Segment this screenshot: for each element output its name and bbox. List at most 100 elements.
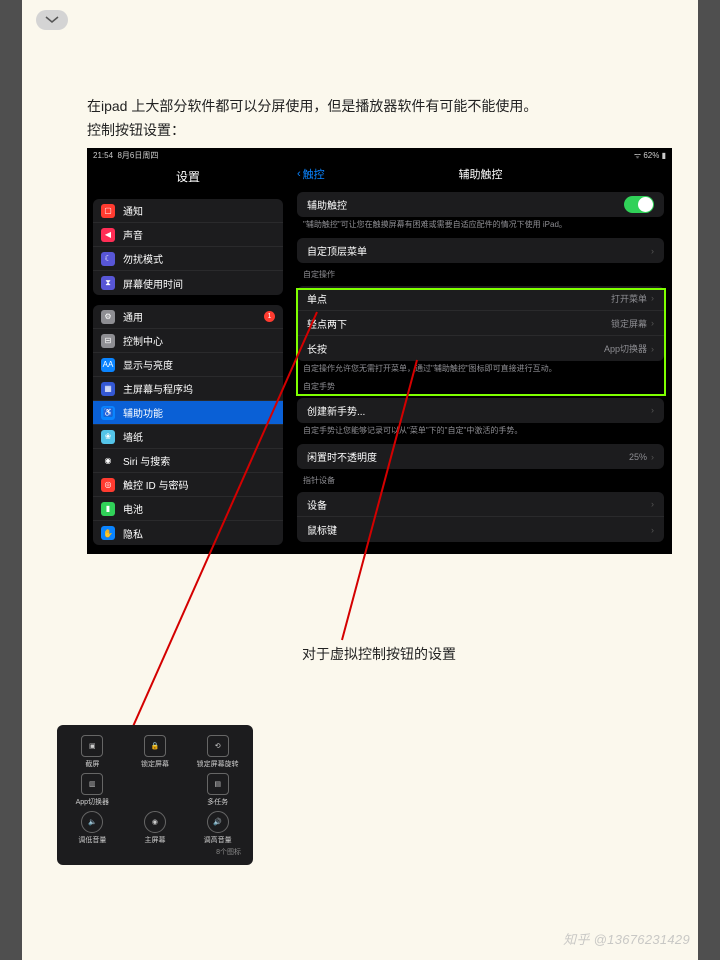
panel-label: 锁定屏幕旋转 [197, 759, 239, 769]
pointer-header: 指针设备 [289, 469, 672, 488]
double-tap-row[interactable]: 轻点两下 锁定屏幕 › [297, 311, 664, 336]
vol-down-icon: 🔈 [81, 811, 103, 833]
sidebar-item-notifications[interactable]: ▢通知 [93, 199, 283, 223]
sidebar-item-label: 声音 [123, 227, 143, 242]
status-battery: ᯤ 62% ▮ [634, 150, 666, 162]
mouse-keys-row[interactable]: 鼠标键 › [297, 517, 664, 542]
battery-icon: ▮ [101, 502, 115, 516]
sidebar-title: 设置 [87, 162, 289, 193]
row-value: 25% [629, 452, 647, 462]
sidebar-item-dnd[interactable]: ☾勿扰模式 [93, 247, 283, 271]
panel-item-screenshot[interactable]: ▣ 截屏 [65, 735, 120, 769]
chevron-down-icon [45, 16, 59, 24]
panel-item-multitask[interactable]: ▤ 多任务 [190, 773, 245, 807]
back-button[interactable]: ‹触控 [297, 166, 325, 182]
panel-label: 多任务 [207, 797, 228, 807]
panel-label: 截屏 [85, 759, 99, 769]
sidebar-item-label: 勿扰模式 [123, 251, 163, 266]
settings-sidebar: 设置 ▢通知 ◀声音 ☾勿扰模式 ⧗ 屏幕使用时间 ⚙ 通用 1 ⊟控制中心 AA显示… [87, 148, 289, 554]
top-menu-group: 自定顶层菜单 › [297, 238, 664, 263]
collapse-button[interactable] [36, 10, 68, 30]
row-label: 辅助触控 [307, 197, 347, 212]
assistive-touch-menu-panel: ▣ 截屏 🔒 锁定屏幕 ⟲锁定屏幕旋转 ▥ App切换器 ▤ 多任务 🔈 调低音量 ◉ 主屏… [57, 725, 253, 865]
sidebar-item-label: Siri 与搜索 [123, 453, 170, 468]
sidebar-item-label: 触控 ID 与密码 [123, 477, 189, 492]
chevron-right-icon: › [651, 525, 654, 535]
sidebar-item-battery[interactable]: ▮ 电池 [93, 497, 283, 521]
status-date: 8月6日周四 [117, 151, 158, 160]
panel-item-vol-up[interactable]: 🔊 调高音量 [190, 811, 245, 845]
vol-up-icon: 🔊 [207, 811, 229, 833]
hand-icon: ✋ [101, 526, 115, 540]
row-label: 鼠标键 [307, 522, 337, 537]
sidebar-item-label: 显示与亮度 [123, 357, 173, 372]
sidebar-item-siri[interactable]: ◉ Siri 与搜索 [93, 449, 283, 473]
panel-label: 主屏幕 [144, 835, 165, 845]
sidebar-item-display[interactable]: AA显示与亮度 [93, 353, 283, 377]
custom-gesture-header: 自定手势 [289, 375, 672, 394]
single-tap-row[interactable]: 单点打开菜单› [297, 286, 664, 311]
assistive-touch-switch-row[interactable]: 辅助触控 [297, 192, 664, 217]
row-label: 轻点两下 [307, 316, 347, 331]
gear-icon: ⚙ [101, 310, 115, 324]
sidebar-item-label: 屏幕使用时间 [123, 276, 183, 291]
chevron-right-icon: › [651, 452, 654, 462]
chevron-left-icon: ‹ [297, 168, 301, 180]
badge: 1 [264, 311, 275, 322]
app-switcher-icon: ▥ [81, 773, 103, 795]
chevron-right-icon: › [651, 318, 654, 328]
panel-item-home[interactable]: ◉ 主屏幕 [128, 811, 183, 845]
sidebar-group-2: ⚙ 通用 1 ⊟控制中心 AA显示与亮度 ▦主屏幕与程序坞 ♿辅助功能 ❀墙纸 ◉ S… [93, 305, 283, 545]
sidebar-item-label: 辅助功能 [123, 405, 163, 420]
toggle-on[interactable] [624, 196, 654, 213]
sidebar-item-label: 通用 [123, 309, 143, 324]
sidebar-item-control-center[interactable]: ⊟控制中心 [93, 329, 283, 353]
sidebar-item-label: 通知 [123, 203, 143, 218]
sidebar-item-home[interactable]: ▦主屏幕与程序坞 [93, 377, 283, 401]
siri-icon: ◉ [101, 454, 115, 468]
custom-actions-group: 单点打开菜单› 轻点两下 锁定屏幕 › 长按App切换器› [297, 286, 664, 361]
panel-label: 调高音量 [204, 835, 232, 845]
device-row[interactable]: 设备› [297, 492, 664, 517]
sidebar-item-label: 电池 [123, 501, 143, 516]
multitask-icon: ▤ [207, 773, 229, 795]
home-icon: ◉ [144, 811, 166, 833]
sidebar-item-wallpaper[interactable]: ❀墙纸 [93, 425, 283, 449]
para-line1: 在ipad 上大部分软件都可以分屏使用，但是播放器软件有可能不能使用。 [87, 98, 537, 114]
sidebar-item-screentime[interactable]: ⧗ 屏幕使用时间 [93, 271, 283, 295]
panel-label: 锁定屏幕 [141, 759, 169, 769]
intro-paragraph: 在ipad 上大部分软件都可以分屏使用，但是播放器软件有可能不能使用。 控制按钮… [87, 95, 537, 143]
chevron-right-icon: › [651, 499, 654, 509]
panel-label: 调低音量 [78, 835, 106, 845]
panel-label: App切换器 [76, 797, 109, 807]
panel-item-app-switcher[interactable]: ▥ App切换器 [65, 773, 120, 807]
flower-icon: ❀ [101, 430, 115, 444]
assistive-touch-switch-group: 辅助触控 [297, 192, 664, 217]
sidebar-item-accessibility[interactable]: ♿辅助功能 [93, 401, 283, 425]
screenshot-icon: ▣ [81, 735, 103, 757]
sidebar-item-sounds[interactable]: ◀声音 [93, 223, 283, 247]
row-label: 闲置时不透明度 [307, 449, 377, 464]
sidebar-item-privacy[interactable]: ✋ 隐私 [93, 521, 283, 545]
panel-item-vol-down[interactable]: 🔈 调低音量 [65, 811, 120, 845]
row-value: 锁定屏幕 [611, 317, 647, 330]
idle-opacity-group: 闲置时不透明度 25% › [297, 444, 664, 469]
custom-actions-header: 自定操作 [289, 263, 672, 282]
row-label: 自定顶层菜单 [307, 243, 367, 258]
idle-opacity-row[interactable]: 闲置时不透明度 25% › [297, 444, 664, 469]
sidebar-item-label: 隐私 [123, 526, 143, 541]
sidebar-item-label: 主屏幕与程序坞 [123, 381, 193, 396]
long-press-row[interactable]: 长按App切换器› [297, 336, 664, 361]
top-menu-row[interactable]: 自定顶层菜单 › [297, 238, 664, 263]
chevron-right-icon: › [651, 246, 654, 256]
sidebar-item-touchid[interactable]: ◎触控 ID 与密码 [93, 473, 283, 497]
lock-icon: 🔒 [144, 735, 166, 757]
panel-item-rotation-lock[interactable]: ⟲锁定屏幕旋转 [190, 735, 245, 769]
detail-header: ‹触控 辅助触控 [289, 162, 672, 188]
article-page: 在ipad 上大部分软件都可以分屏使用，但是播放器软件有可能不能使用。 控制按钮… [22, 0, 698, 960]
hourglass-icon: ⧗ [101, 276, 115, 290]
create-gesture-row[interactable]: 创建新手势...› [297, 398, 664, 423]
panel-item-lock[interactable]: 🔒 锁定屏幕 [128, 735, 183, 769]
sidebar-item-general[interactable]: ⚙ 通用 1 [93, 305, 283, 329]
custom-actions-footer: 自定操作允许您无需打开菜单，通过"辅助触控"图标即可直接进行互动。 [289, 361, 672, 374]
